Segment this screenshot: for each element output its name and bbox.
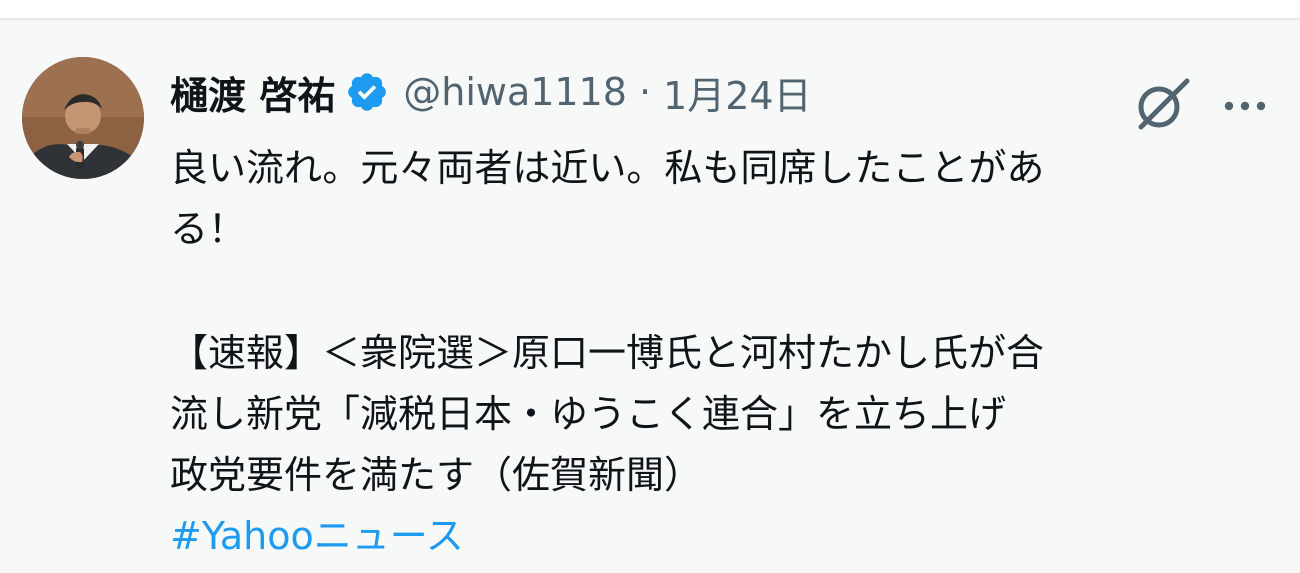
tweet-text-line: 【速報】＜衆院選＞原口一博氏と河村たかし氏が合 bbox=[170, 331, 1045, 375]
tweet-body: 良い流れ。元々両者は近い。私も同席したことがあ る！ 【速報】＜衆院選＞原口一博… bbox=[170, 138, 1260, 567]
tweet-text-line: 良い流れ。元々両者は近い。私も同席したことがあ bbox=[170, 146, 1045, 190]
verified-badge-icon bbox=[345, 70, 389, 114]
tweet-text-line: 流し新党「減税日本・ゆうこく連合」を立ち上げ bbox=[170, 392, 1007, 436]
top-divider bbox=[0, 0, 1300, 20]
grok-icon[interactable] bbox=[1132, 76, 1190, 134]
tweet-text-line: 政党要件を満たす（佐賀新聞） bbox=[170, 453, 703, 497]
avatar[interactable] bbox=[22, 57, 144, 179]
tweet-card[interactable]: 樋渡 啓祐 @hiwa1118 · 1月24日 良い流れ。元々両者は近い。私も同… bbox=[0, 20, 1300, 573]
tweet-header: 樋渡 啓祐 @hiwa1118 · 1月24日 bbox=[170, 68, 812, 118]
meta-separator: · bbox=[638, 70, 652, 114]
avatar-photo-icon bbox=[22, 57, 144, 179]
hashtag-link[interactable]: #Yahooニュース bbox=[170, 506, 1260, 567]
tweet-text-line: る！ bbox=[170, 207, 247, 251]
display-name[interactable]: 樋渡 啓祐 bbox=[170, 65, 335, 120]
handle[interactable]: @hiwa1118 bbox=[403, 70, 627, 114]
more-icon[interactable] bbox=[1222, 92, 1268, 120]
tweet-date[interactable]: 1月24日 bbox=[663, 65, 812, 120]
